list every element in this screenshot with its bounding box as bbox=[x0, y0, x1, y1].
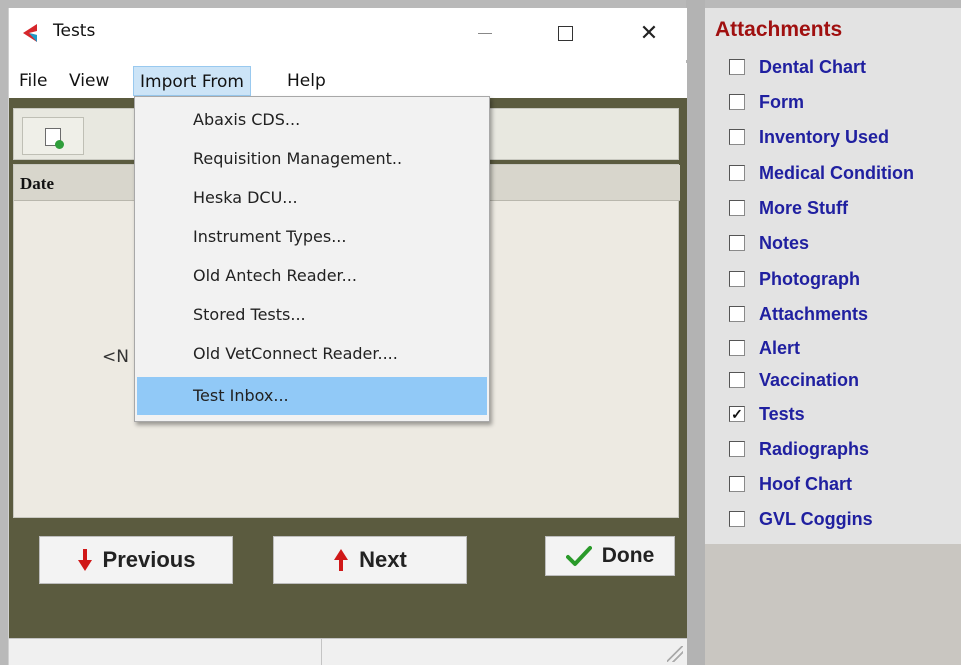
done-button[interactable]: Done bbox=[545, 536, 675, 576]
checkbox[interactable] bbox=[729, 59, 745, 75]
attachment-label: Form bbox=[759, 91, 804, 112]
column-header-date[interactable]: Date bbox=[20, 174, 54, 194]
attachment-label: Medical Condition bbox=[759, 162, 914, 183]
menu-help[interactable]: Help bbox=[281, 66, 332, 96]
new-document-icon bbox=[45, 128, 64, 149]
status-bar bbox=[9, 638, 687, 665]
attachments-title: Attachments bbox=[715, 18, 843, 41]
menu-item-instrument-types[interactable]: Instrument Types... bbox=[137, 218, 487, 256]
maximize-button[interactable] bbox=[543, 16, 587, 50]
next-label: Next bbox=[359, 547, 407, 572]
attachment-label: More Stuff bbox=[759, 197, 848, 218]
attachment-tests[interactable]: ✓ Tests bbox=[729, 399, 805, 429]
attachment-label: Notes bbox=[759, 232, 810, 253]
panel-empty-area bbox=[705, 544, 961, 665]
checkbox[interactable] bbox=[729, 129, 745, 145]
attachment-gvl-coggins[interactable]: GVL Coggins bbox=[729, 504, 873, 534]
previous-button[interactable]: Previous bbox=[39, 536, 233, 584]
resize-grip-icon[interactable] bbox=[667, 646, 683, 662]
attachment-label: Tests bbox=[759, 403, 805, 424]
status-separator bbox=[321, 639, 322, 665]
checkbox[interactable] bbox=[729, 476, 745, 492]
menu-item-old-antech-reader[interactable]: Old Antech Reader... bbox=[137, 257, 487, 295]
menu-item-abaxis-cds[interactable]: Abaxis CDS... bbox=[137, 101, 487, 139]
minimize-icon bbox=[478, 32, 492, 34]
menu-item-test-inbox[interactable]: Test Inbox... bbox=[137, 377, 487, 415]
menu-import-from[interactable]: Import From bbox=[133, 66, 251, 96]
attachment-form[interactable]: Form bbox=[729, 87, 804, 117]
attachments-panel: Attachments Dental Chart Form Inventory … bbox=[705, 8, 961, 544]
checkbox[interactable] bbox=[729, 94, 745, 110]
attachment-attachments[interactable]: Attachments bbox=[729, 299, 868, 329]
empty-list-text: <N bbox=[102, 347, 129, 367]
arrow-up-icon bbox=[334, 549, 349, 571]
attachment-label: Attachments bbox=[759, 303, 869, 324]
close-button[interactable]: ✕ bbox=[627, 16, 671, 50]
attachment-vaccination[interactable]: Vaccination bbox=[729, 365, 859, 395]
checkbox[interactable] bbox=[729, 235, 745, 251]
checkbox[interactable] bbox=[729, 271, 745, 287]
attachment-label: Photograph bbox=[759, 268, 860, 289]
next-button[interactable]: Next bbox=[273, 536, 467, 584]
title-bar: Tests ✕ bbox=[9, 8, 687, 60]
attachment-alert[interactable]: Alert bbox=[729, 333, 800, 363]
attachment-label: Inventory Used bbox=[759, 126, 890, 147]
checkbox[interactable] bbox=[729, 306, 745, 322]
menu-item-requisition-management[interactable]: Requisition Management.. bbox=[137, 140, 487, 178]
checkbox[interactable] bbox=[729, 200, 745, 216]
attachment-medical-condition[interactable]: Medical Condition bbox=[729, 158, 914, 188]
menu-item-heska-dcu[interactable]: Heska DCU... bbox=[137, 179, 487, 217]
checkbox[interactable] bbox=[729, 372, 745, 388]
panel-splitter[interactable] bbox=[686, 0, 705, 665]
attachment-photograph[interactable]: Photograph bbox=[729, 264, 860, 294]
checkbox[interactable] bbox=[729, 165, 745, 181]
menu-item-stored-tests[interactable]: Stored Tests... bbox=[137, 296, 487, 334]
menu-view[interactable]: View bbox=[63, 66, 115, 96]
attachment-label: Hoof Chart bbox=[759, 473, 852, 494]
checkbox[interactable] bbox=[729, 441, 745, 457]
app-logo-icon bbox=[23, 24, 37, 42]
minimize-button[interactable] bbox=[463, 16, 507, 50]
menu-file[interactable]: File bbox=[13, 66, 53, 96]
maximize-icon bbox=[557, 25, 573, 41]
attachment-inventory-used[interactable]: Inventory Used bbox=[729, 122, 889, 152]
window-title: Tests bbox=[53, 21, 96, 41]
attachment-label: Radiographs bbox=[759, 438, 870, 459]
attachment-notes[interactable]: Notes bbox=[729, 228, 809, 258]
attachment-label: Vaccination bbox=[759, 369, 860, 390]
checkbox[interactable] bbox=[729, 340, 745, 356]
attachment-hoof-chart[interactable]: Hoof Chart bbox=[729, 469, 852, 499]
import-from-menu: Abaxis CDS... Requisition Management.. H… bbox=[134, 96, 490, 422]
checkbox[interactable] bbox=[729, 511, 745, 527]
attachment-dental-chart[interactable]: Dental Chart bbox=[729, 52, 866, 82]
previous-label: Previous bbox=[102, 547, 196, 572]
menu-item-old-vetconnect-reader[interactable]: Old VetConnect Reader.... bbox=[137, 335, 487, 373]
attachment-label: Dental Chart bbox=[759, 56, 867, 77]
arrow-down-icon bbox=[77, 549, 92, 571]
menu-bar: File View Import From Help bbox=[9, 63, 687, 98]
done-label: Done bbox=[601, 544, 655, 567]
new-test-button[interactable] bbox=[22, 117, 84, 155]
checkmark-icon bbox=[565, 546, 592, 566]
attachment-radiographs[interactable]: Radiographs bbox=[729, 434, 869, 464]
checkbox-checked[interactable]: ✓ bbox=[729, 406, 745, 422]
attachment-label: Alert bbox=[759, 337, 801, 358]
attachment-more-stuff[interactable]: More Stuff bbox=[729, 193, 848, 223]
attachment-label: GVL Coggins bbox=[759, 508, 873, 529]
